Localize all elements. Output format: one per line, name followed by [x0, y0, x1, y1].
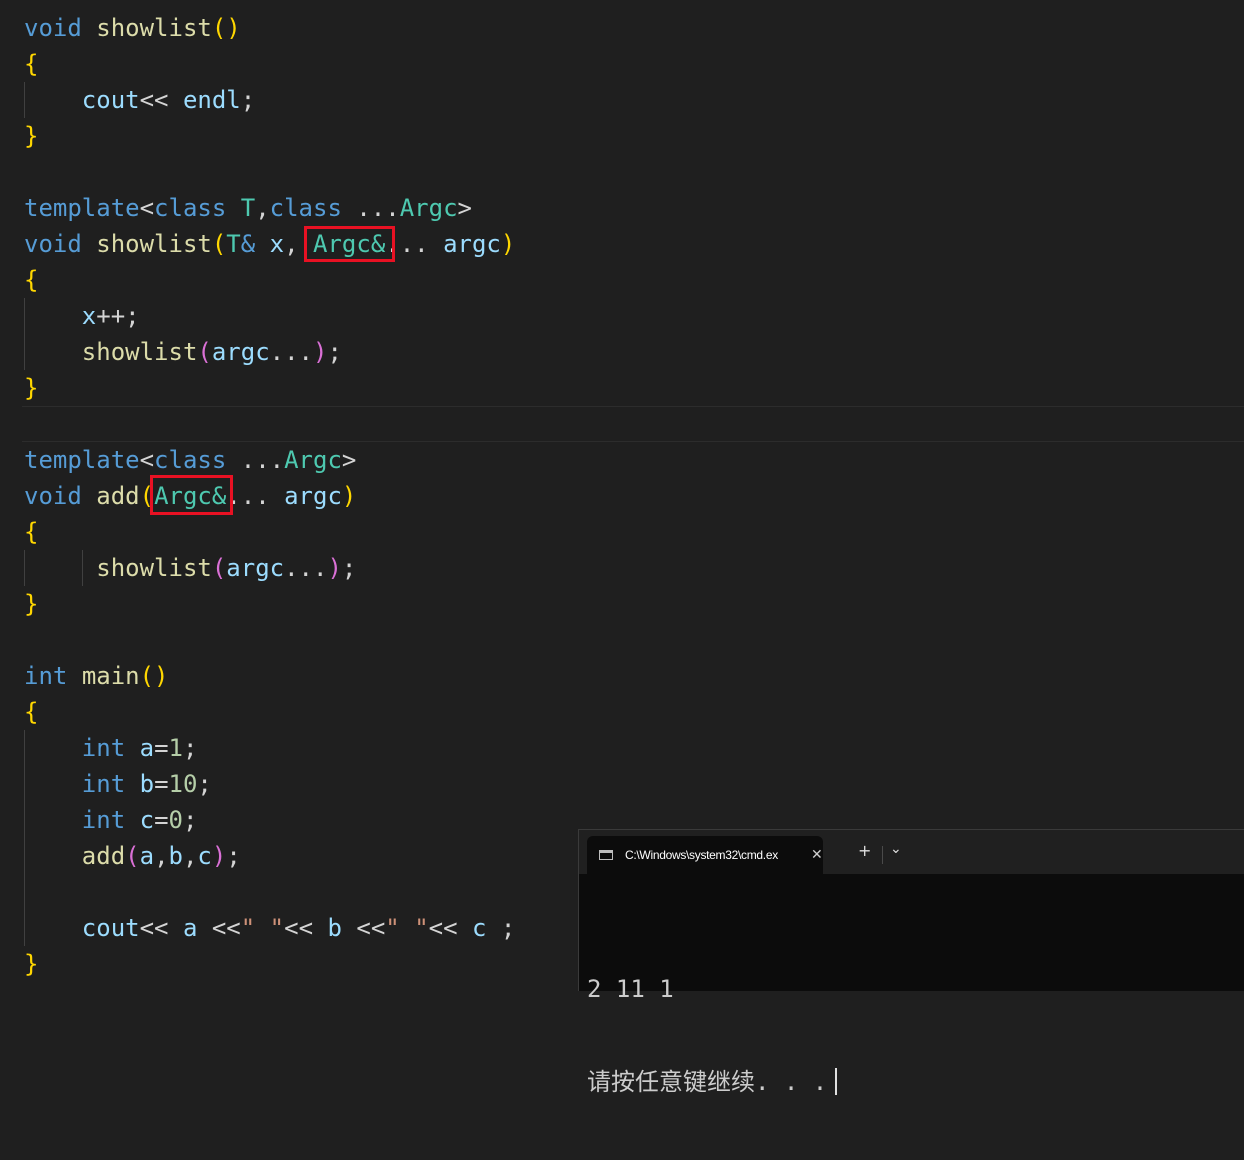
- titlebar-divider: [882, 846, 883, 864]
- code-line[interactable]: x++;: [24, 298, 140, 334]
- tab-title: C:\Windows\system32\cmd.ex: [625, 848, 778, 862]
- pause-prompt: 请按任意键继续. . .: [587, 1068, 828, 1096]
- code-line[interactable]: void showlist(): [24, 10, 241, 46]
- code-line[interactable]: cout<< endl;: [24, 82, 255, 118]
- highlight-box-showlist-argc: [304, 226, 395, 262]
- code-line[interactable]: showlist(argc...);: [24, 550, 356, 586]
- new-tab-button[interactable]: +: [858, 842, 871, 860]
- code-line[interactable]: int b=10;: [24, 766, 212, 802]
- code-line[interactable]: cout<< a <<" "<< b <<" "<< c ;: [24, 910, 516, 946]
- text-cursor: [835, 1068, 838, 1095]
- terminal-window[interactable]: C:\Windows\system32\cmd.ex ✕ + ⌄ 2 11 1 …: [578, 829, 1244, 1096]
- chevron-down-icon[interactable]: ⌄: [890, 840, 902, 858]
- highlight-box-add-argc: [150, 475, 233, 515]
- code-line[interactable]: {: [24, 514, 38, 550]
- code-line[interactable]: }: [24, 370, 38, 406]
- code-line[interactable]: template<class ...Argc>: [24, 442, 356, 478]
- code-line[interactable]: int a=1;: [24, 730, 198, 766]
- code-line[interactable]: int main(): [24, 658, 169, 694]
- code-line[interactable]: template<class T,class ...Argc>: [24, 190, 472, 226]
- output-line: 2 11 1: [587, 975, 674, 1003]
- code-line[interactable]: }: [24, 118, 38, 154]
- terminal-tab[interactable]: C:\Windows\system32\cmd.ex ✕: [587, 836, 823, 874]
- code-line[interactable]: int c=0;: [24, 802, 198, 838]
- console-icon: [599, 850, 613, 860]
- close-tab-icon[interactable]: ✕: [811, 846, 823, 863]
- current-line-highlight: [22, 406, 1244, 442]
- output-line: 请按任意键继续. . .: [587, 1067, 838, 1098]
- code-line[interactable]: void showlist(T& x, Argc&... argc): [24, 226, 515, 262]
- code-line[interactable]: }: [24, 946, 38, 982]
- terminal-output[interactable]: 2 11 1 请按任意键继续. . .: [587, 912, 838, 1160]
- code-line[interactable]: {: [24, 262, 38, 298]
- code-line[interactable]: showlist(argc...);: [24, 334, 342, 370]
- code-line[interactable]: }: [24, 586, 38, 622]
- code-line[interactable]: add(a,b,c);: [24, 838, 241, 874]
- code-line[interactable]: {: [24, 46, 38, 82]
- terminal-titlebar[interactable]: C:\Windows\system32\cmd.ex ✕ + ⌄: [579, 830, 1244, 874]
- code-line[interactable]: {: [24, 694, 38, 730]
